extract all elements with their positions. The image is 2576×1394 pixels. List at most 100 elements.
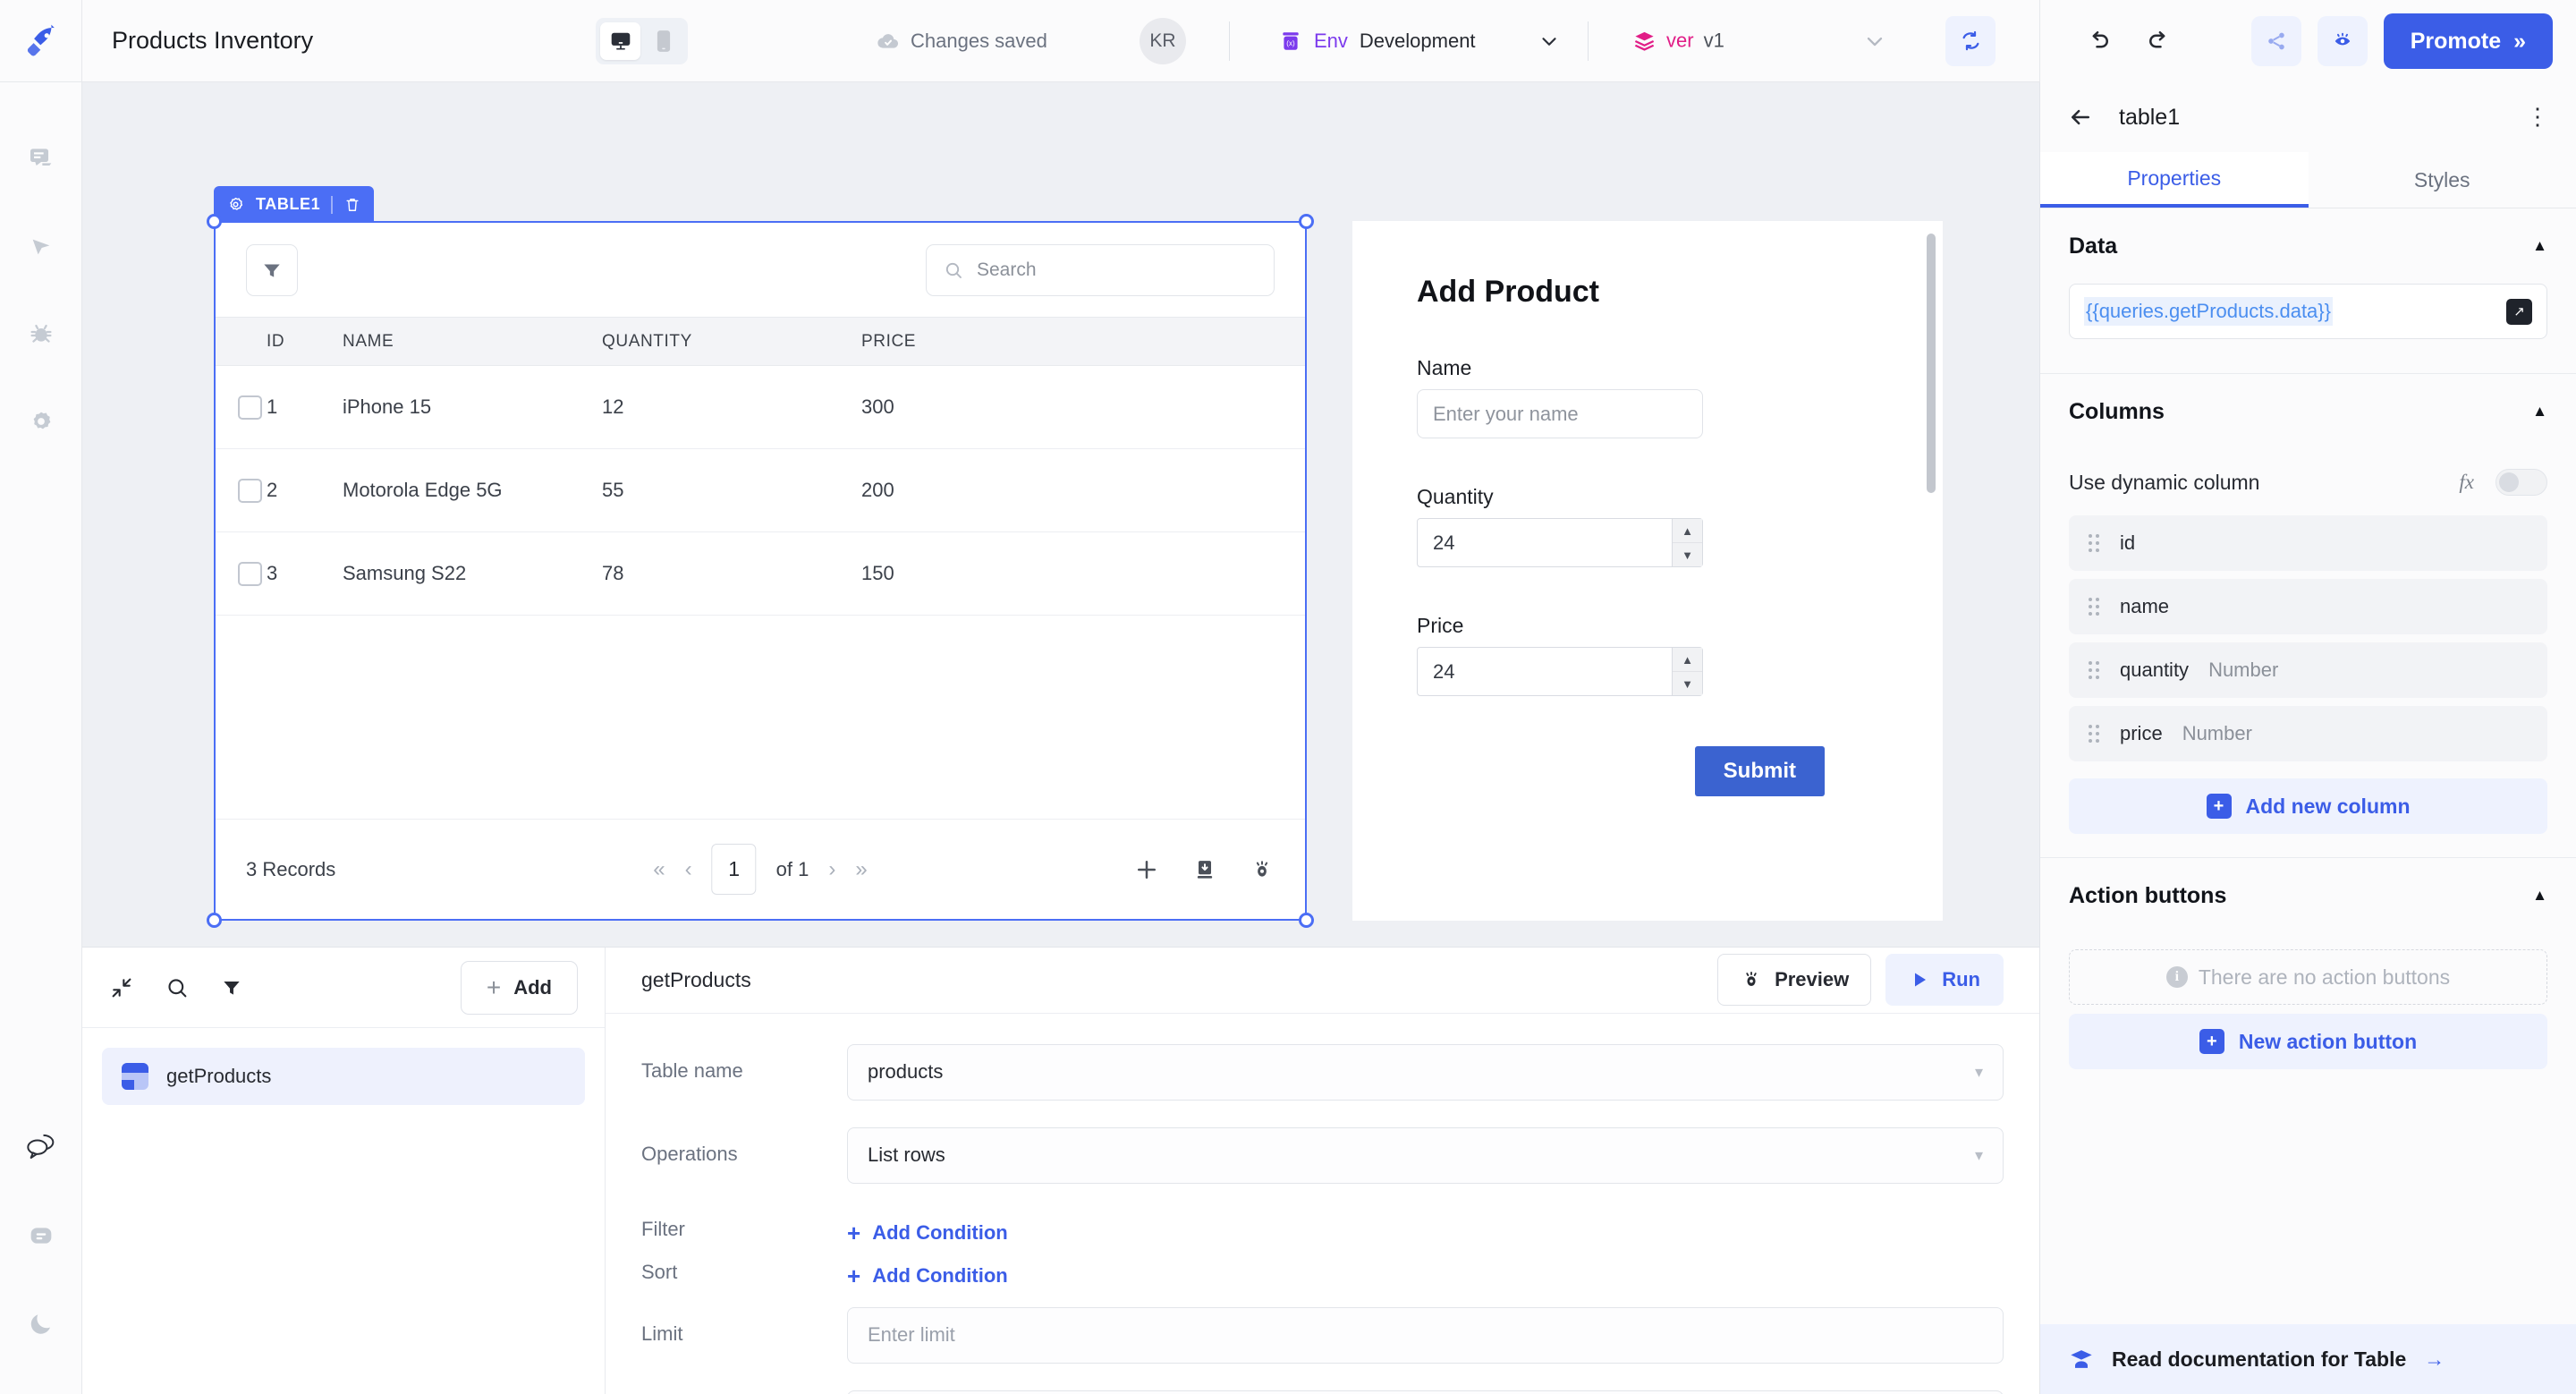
section-header-data[interactable]: Data ▲	[2040, 208, 2576, 284]
price-increment[interactable]: ▲	[1673, 648, 1702, 672]
price-decrement[interactable]: ▼	[1673, 672, 1702, 695]
table-name-select[interactable]: products ▾	[847, 1043, 2004, 1101]
chevron-down-icon[interactable]	[1538, 30, 1561, 53]
column-item-price[interactable]: price Number	[2069, 706, 2547, 761]
prev-page-button[interactable]: ‹	[685, 857, 692, 882]
section-header-columns[interactable]: Columns ▲	[2040, 374, 2576, 449]
rail-item-inspector[interactable]	[0, 202, 82, 290]
query-run-button[interactable]: Run	[1885, 954, 2004, 1007]
sort-add-condition-button[interactable]: + Add Condition	[847, 1254, 2004, 1288]
form-quantity-stepper[interactable]: 24 ▲ ▼	[1417, 518, 1703, 567]
drag-handle-icon[interactable]	[2089, 725, 2100, 743]
column-item-name[interactable]: name	[2069, 579, 2547, 634]
table-filter-button[interactable]	[246, 243, 298, 296]
rail-item-dark-mode[interactable]	[0, 1279, 82, 1367]
rail-item-chat[interactable]	[0, 1104, 82, 1192]
quantity-decrement[interactable]: ▼	[1673, 543, 1702, 566]
widget-selection-badge[interactable]: TABLE1	[214, 186, 375, 223]
row-checkbox[interactable]	[238, 561, 262, 586]
row-checkbox[interactable]	[238, 478, 262, 503]
table-row[interactable]: 3 Samsung S22 78 150	[216, 532, 1305, 616]
quantity-increment[interactable]: ▲	[1673, 519, 1702, 543]
column-item-id[interactable]: id	[2069, 515, 2547, 571]
drag-handle-icon[interactable]	[2089, 534, 2100, 552]
form-price-stepper[interactable]: 24 ▲ ▼	[1417, 647, 1703, 696]
query-preview-button[interactable]: Preview	[1717, 954, 1872, 1007]
tab-styles[interactable]: Styles	[2308, 152, 2576, 208]
drag-handle-icon[interactable]	[2089, 661, 2100, 679]
first-page-button[interactable]: «	[653, 857, 665, 882]
quantity-spinner[interactable]: ▲ ▼	[1672, 519, 1702, 566]
rail-item-debug[interactable]	[0, 290, 82, 378]
version-chevron-down-icon[interactable]	[1862, 29, 1887, 54]
limit-input[interactable]: Enter limit	[847, 1306, 2004, 1364]
resize-handle-top-right[interactable]	[1299, 214, 1314, 229]
app-logo[interactable]	[0, 0, 82, 82]
rail-item-pages[interactable]	[0, 115, 82, 202]
table-row[interactable]: 2 Motorola Edge 5G 55 200	[216, 449, 1305, 532]
collapse-icon[interactable]	[109, 975, 134, 1000]
query-editor-title[interactable]: getProducts	[641, 968, 751, 992]
search-icon[interactable]	[165, 975, 190, 1000]
canvas[interactable]: TABLE1 Search ID NAME QUANTITY PRICE 1 i…	[82, 82, 2039, 947]
share-button[interactable]	[2250, 16, 2301, 66]
section-header-action-buttons[interactable]: Action buttons ▲	[2040, 858, 2576, 933]
table-search-input[interactable]: Search	[926, 243, 1275, 296]
add-query-button[interactable]: + Add	[460, 960, 578, 1015]
eye-icon[interactable]	[1250, 857, 1275, 882]
offset-input[interactable]: Enter offset	[847, 1390, 2004, 1394]
operations-select[interactable]: List rows ▾	[847, 1126, 2004, 1184]
table-widget[interactable]: TABLE1 Search ID NAME QUANTITY PRICE 1 i…	[207, 186, 1314, 928]
tab-properties[interactable]: Properties	[2040, 152, 2309, 208]
rail-item-comments[interactable]	[0, 1192, 82, 1279]
data-binding-field[interactable]: {{queries.getProducts.data}} ↗	[2069, 284, 2547, 339]
row-checkbox-cell[interactable]	[216, 395, 267, 420]
use-dynamic-column-toggle[interactable]	[2496, 469, 2547, 496]
resize-handle-top-left[interactable]	[207, 214, 222, 229]
device-toggle[interactable]	[596, 18, 688, 64]
column-header-name[interactable]: NAME	[343, 332, 602, 352]
filter-icon[interactable]	[220, 976, 243, 999]
device-desktop-button[interactable]	[600, 22, 640, 60]
column-header-id[interactable]: ID	[267, 332, 343, 352]
new-action-button[interactable]: + New action button	[2069, 1014, 2547, 1069]
drag-handle-icon[interactable]	[2089, 598, 2100, 616]
row-checkbox-cell[interactable]	[216, 478, 267, 503]
form-name-input[interactable]: Enter your name	[1417, 389, 1703, 438]
add-new-column-button[interactable]: + Add new column	[2069, 778, 2547, 834]
column-header-price[interactable]: PRICE	[861, 332, 1305, 352]
row-checkbox[interactable]	[238, 395, 262, 420]
arrow-left-icon[interactable]	[2067, 104, 2094, 131]
fx-icon[interactable]: fx	[2459, 471, 2474, 494]
form-widget[interactable]: Add Product Name Enter your name Quantit…	[1352, 221, 1943, 921]
gear-icon[interactable]	[226, 195, 245, 214]
version-selector[interactable]: ver v1	[1632, 29, 1724, 53]
page-number-input[interactable]: 1	[711, 844, 757, 895]
preview-button[interactable]	[2317, 16, 2368, 66]
env-selector[interactable]: (x) Env Development	[1279, 30, 1561, 53]
query-list-item-getproducts[interactable]: getProducts	[102, 1048, 585, 1105]
column-header-quantity[interactable]: QUANTITY	[602, 332, 861, 352]
form-scrollbar[interactable]	[1927, 234, 1936, 493]
refresh-button[interactable]	[1945, 15, 1996, 66]
column-item-quantity[interactable]: quantity Number	[2069, 642, 2547, 698]
row-checkbox-cell[interactable]	[216, 561, 267, 586]
last-page-button[interactable]: »	[855, 857, 867, 882]
device-mobile-button[interactable]	[643, 22, 683, 60]
table-row[interactable]: 1 iPhone 15 12 300	[216, 366, 1305, 449]
filter-add-condition-button[interactable]: + Add Condition	[847, 1211, 2004, 1245]
rail-item-settings[interactable]	[0, 378, 82, 465]
avatar[interactable]: KR	[1140, 17, 1186, 64]
expand-icon[interactable]: ↗	[2506, 298, 2532, 325]
next-page-button[interactable]: ›	[828, 857, 835, 882]
trash-icon[interactable]	[343, 196, 361, 214]
redo-button[interactable]	[2137, 20, 2180, 63]
undo-button[interactable]	[2078, 20, 2121, 63]
price-spinner[interactable]: ▲ ▼	[1672, 648, 1702, 695]
submit-button[interactable]: Submit	[1694, 746, 1825, 796]
kebab-menu-icon[interactable]: ⋮	[2526, 106, 2549, 128]
promote-button[interactable]: Promote »	[2383, 13, 2553, 69]
download-icon[interactable]	[1192, 857, 1217, 882]
read-documentation-link[interactable]: Read documentation for Table →	[2040, 1324, 2576, 1394]
plus-icon[interactable]	[1133, 856, 1160, 883]
